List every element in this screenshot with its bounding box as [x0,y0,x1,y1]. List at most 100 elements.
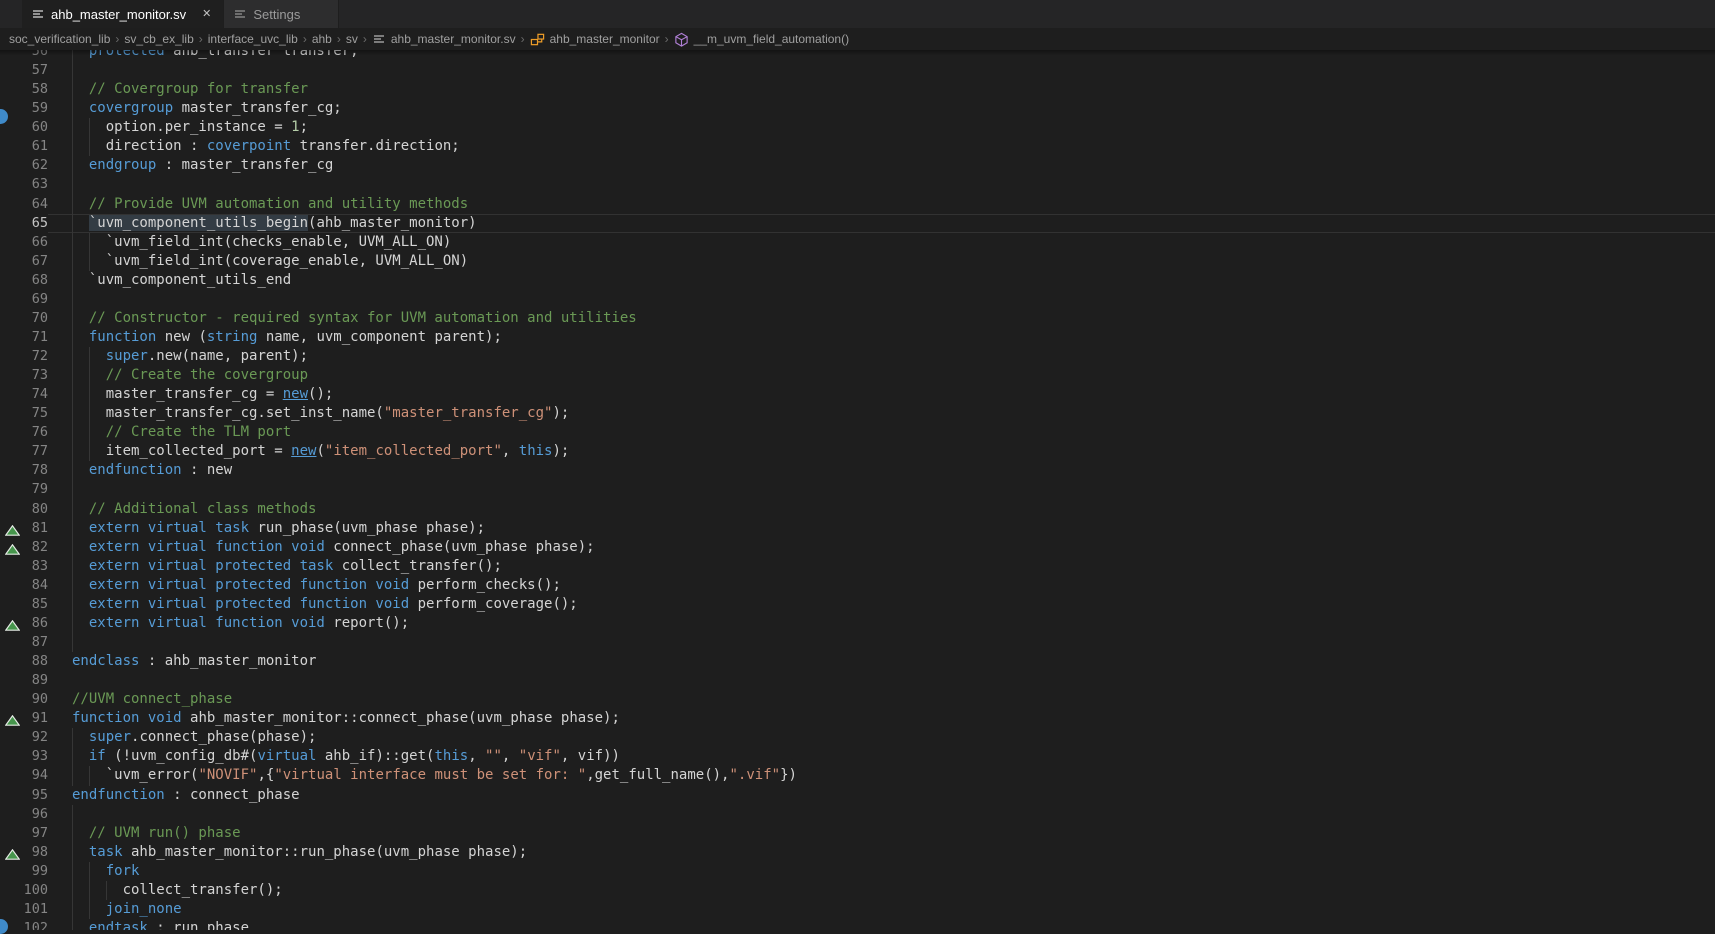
line-number[interactable]: 87 [0,633,48,652]
line-number[interactable]: 88 [0,652,48,671]
line-number[interactable]: 62 [0,156,48,175]
line-number[interactable]: 77 [0,442,48,461]
code-line[interactable]: 101 join_none [0,900,1715,919]
breadcrumb-item--m-uvm-field-automation-[interactable]: __m_uvm_field_automation() [674,32,849,47]
code-line[interactable]: 97 // UVM run() phase [0,824,1715,843]
code-line[interactable]: 91function void ahb_master_monitor::conn… [0,709,1715,728]
breadcrumb-item-interface-uvc-lib[interactable]: interface_uvc_lib [208,32,298,46]
code-line[interactable]: 77 item_collected_port = new("item_colle… [0,442,1715,461]
line-number[interactable]: 63 [0,175,48,194]
code-line[interactable]: 75 master_transfer_cg.set_inst_name("mas… [0,404,1715,423]
code-line[interactable]: 67 `uvm_field_int(coverage_enable, UVM_A… [0,252,1715,271]
code-line[interactable]: 64 // Provide UVM automation and utility… [0,195,1715,214]
line-number[interactable]: 74 [0,385,48,404]
code-editor[interactable]: 56 protected ahb_transfer transfer;5758 … [0,50,1715,930]
line-number[interactable]: 81 [0,519,48,538]
code-line[interactable]: 90//UVM connect_phase [0,690,1715,709]
close-icon[interactable]: ✕ [200,7,213,22]
code-line[interactable]: 86 extern virtual function void report()… [0,614,1715,633]
code-line[interactable]: 66 `uvm_field_int(checks_enable, UVM_ALL… [0,233,1715,252]
line-number[interactable]: 91 [0,709,48,728]
code-line[interactable]: 98 task ahb_master_monitor::run_phase(uv… [0,843,1715,862]
code-line[interactable]: 74 master_transfer_cg = new(); [0,385,1715,404]
code-line[interactable]: 59 covergroup master_transfer_cg; [0,99,1715,118]
line-number[interactable]: 98 [0,843,48,862]
code-line[interactable]: 82 extern virtual function void connect_… [0,538,1715,557]
code-line[interactable]: 95endfunction : connect_phase [0,786,1715,805]
code-line[interactable]: 72 super.new(name, parent); [0,347,1715,366]
line-number[interactable]: 96 [0,805,48,824]
code-line[interactable]: 79 [0,480,1715,499]
breadcrumb-item-sv[interactable]: sv [346,32,358,46]
code-line[interactable]: 87 [0,633,1715,652]
code-line[interactable]: 99 fork [0,862,1715,881]
code-line[interactable]: 78 endfunction : new [0,461,1715,480]
code-line[interactable]: 62 endgroup : master_transfer_cg [0,156,1715,175]
code-line[interactable]: 57 [0,61,1715,80]
line-number[interactable]: 82 [0,538,48,557]
line-number[interactable]: 101 [0,900,48,919]
line-number[interactable]: 69 [0,290,48,309]
code-line[interactable]: 61 direction : coverpoint transfer.direc… [0,137,1715,156]
code-line[interactable]: 80 // Additional class methods [0,500,1715,519]
code-line[interactable]: 73 // Create the covergroup [0,366,1715,385]
code-line[interactable]: 96 [0,805,1715,824]
code-line[interactable]: 70 // Constructor - required syntax for … [0,309,1715,328]
code-line[interactable]: 68 `uvm_component_utils_end [0,271,1715,290]
code-line[interactable]: 58 // Covergroup for transfer [0,80,1715,99]
breadcrumb-item-ahb-master-monitor-sv[interactable]: ahb_master_monitor.sv [372,32,516,46]
line-number[interactable]: 68 [0,271,48,290]
breadcrumb-item-sv-cb-ex-lib[interactable]: sv_cb_ex_lib [124,32,193,46]
code-line[interactable]: 83 extern virtual protected task collect… [0,557,1715,576]
line-number[interactable]: 60 [0,118,48,137]
line-number[interactable]: 66 [0,233,48,252]
line-number[interactable]: 79 [0,480,48,499]
line-number[interactable]: 65 [0,214,48,233]
code-line[interactable]: 60 option.per_instance = 1; [0,118,1715,137]
line-number[interactable]: 80 [0,500,48,519]
line-number[interactable]: 97 [0,824,48,843]
line-number[interactable]: 58 [0,80,48,99]
line-number[interactable]: 92 [0,728,48,747]
code-line[interactable]: 63 [0,175,1715,194]
line-number[interactable]: 75 [0,404,48,423]
tab-settings[interactable]: Settings ✕ [224,0,338,28]
code-line[interactable]: 94 `uvm_error("NOVIF",{"virtual interfac… [0,766,1715,785]
line-number[interactable]: 57 [0,61,48,80]
line-number[interactable]: 86 [0,614,48,633]
line-number[interactable]: 84 [0,576,48,595]
code-line[interactable]: 81 extern virtual task run_phase(uvm_pha… [0,519,1715,538]
code-line[interactable]: 89 [0,671,1715,690]
line-number[interactable]: 56 [0,50,48,61]
code-line[interactable]: 65 `uvm_component_utils_begin(ahb_master… [0,214,1715,233]
code-line[interactable]: 69 [0,290,1715,309]
line-number[interactable]: 67 [0,252,48,271]
line-number[interactable]: 94 [0,766,48,785]
line-number[interactable]: 61 [0,137,48,156]
line-number[interactable]: 85 [0,595,48,614]
line-number[interactable]: 83 [0,557,48,576]
breadcrumb-item-soc-verification-lib[interactable]: soc_verification_lib [9,32,110,46]
tab-ahb-master-monitor-sv[interactable]: ahb_master_monitor.sv ✕ [22,0,224,28]
code-line[interactable]: 92 super.connect_phase(phase); [0,728,1715,747]
code-line[interactable]: 93 if (!uvm_config_db#(virtual ahb_if)::… [0,747,1715,766]
line-number[interactable]: 73 [0,366,48,385]
line-number[interactable]: 71 [0,328,48,347]
line-number[interactable]: 70 [0,309,48,328]
line-number[interactable]: 89 [0,671,48,690]
line-number[interactable]: 93 [0,747,48,766]
code-line[interactable]: 71 function new (string name, uvm_compon… [0,328,1715,347]
breadcrumb-item-ahb[interactable]: ahb [312,32,332,46]
line-number[interactable]: 76 [0,423,48,442]
line-number[interactable]: 90 [0,690,48,709]
line-number[interactable]: 72 [0,347,48,366]
code-line[interactable]: 56 protected ahb_transfer transfer; [0,50,1715,61]
line-number[interactable]: 95 [0,786,48,805]
line-number[interactable]: 78 [0,461,48,480]
code-line[interactable]: 76 // Create the TLM port [0,423,1715,442]
line-number[interactable]: 100 [0,881,48,900]
line-number[interactable]: 99 [0,862,48,881]
line-number[interactable]: 64 [0,195,48,214]
breadcrumb-item-ahb-master-monitor[interactable]: ahb_master_monitor [530,32,660,47]
code-line[interactable]: 85 extern virtual protected function voi… [0,595,1715,614]
